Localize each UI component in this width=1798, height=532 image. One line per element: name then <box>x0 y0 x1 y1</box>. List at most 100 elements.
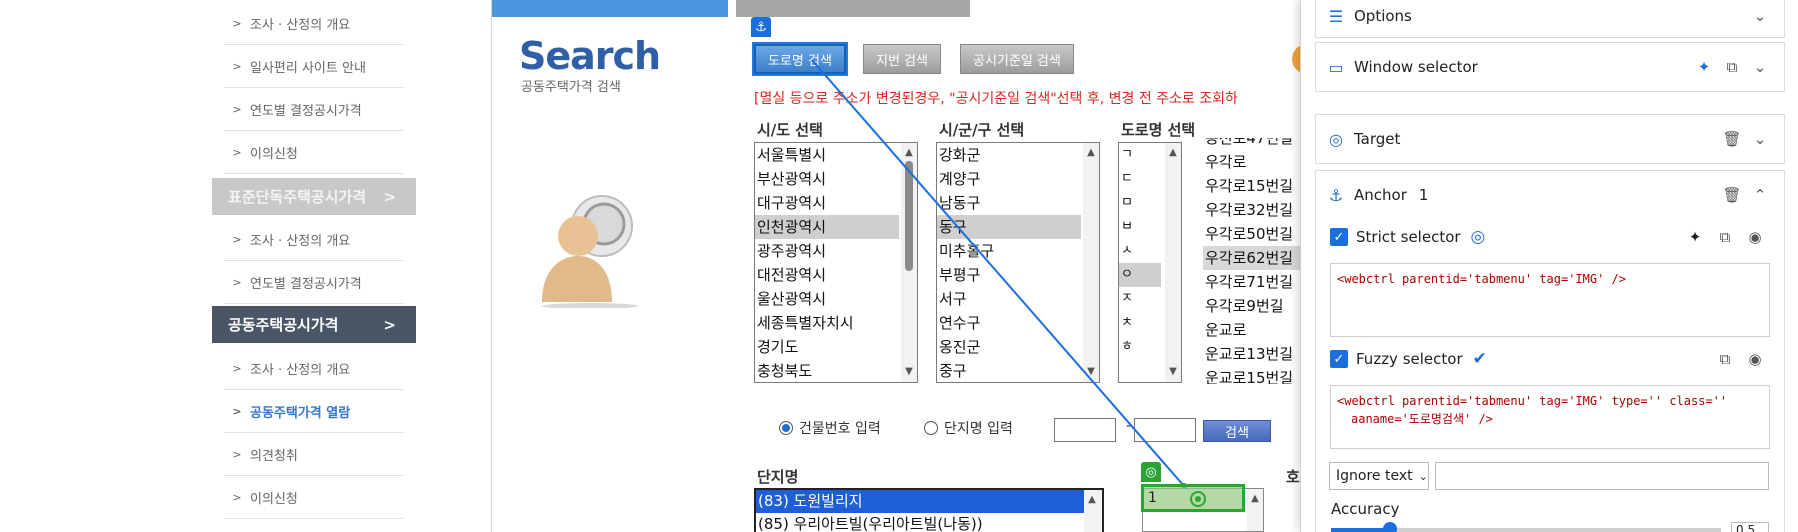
copy-icon[interactable]: ⧉ <box>1710 350 1740 368</box>
sidebar-item-objection-2[interactable]: > 이의신청 <box>224 476 404 519</box>
scroll-up-icon[interactable]: ▲ <box>1083 145 1099 161</box>
sidebar-item-site-guide[interactable]: > 일사편리 사이트 안내 <box>224 45 404 88</box>
target-highlight[interactable]: 1 <box>1141 484 1245 512</box>
list-item[interactable]: 옹진군 <box>937 335 1099 359</box>
scroll-down-icon[interactable]: ▼ <box>901 364 917 380</box>
scroll-up-icon[interactable]: ▲ <box>901 145 917 161</box>
scroll-thumb[interactable] <box>905 161 913 271</box>
list-item[interactable]: 미추홀구 <box>937 239 1099 263</box>
sidebar-item-apartment-view[interactable]: > 공동주택가격 열람 <box>224 390 404 433</box>
sidebar-item-objection[interactable]: > 이의신청 <box>224 131 404 174</box>
radio-icon[interactable] <box>924 421 938 435</box>
list-item-selected[interactable]: ㅇ <box>1119 263 1161 287</box>
chevron-down-icon[interactable]: ⌄ <box>1746 130 1774 148</box>
radio-building-number[interactable]: 건물번호 입력 <box>779 418 881 438</box>
scrollbar[interactable]: ▲ ▼ <box>1165 143 1181 382</box>
search-button[interactable]: 검색 <box>1203 420 1271 442</box>
scroll-up-icon[interactable]: ▲ <box>1247 491 1263 507</box>
sidebar-item-opinion[interactable]: > 의견청취 <box>224 433 404 476</box>
ignore-text-input[interactable] <box>1435 462 1769 490</box>
radio-complex-name[interactable]: 단지명 입력 <box>924 418 1013 438</box>
copy-icon[interactable]: ⧉ <box>1718 58 1746 76</box>
chevron-down-icon[interactable]: ⌄ <box>1746 58 1774 76</box>
fuzzy-selector-code[interactable]: <webctrl parentid='tabmenu' tag='IMG' ty… <box>1330 385 1770 449</box>
chevron-down-icon[interactable]: ⌄ <box>1746 7 1774 25</box>
sidebar-item-survey-overview-3[interactable]: > 조사 · 산정의 개요 <box>224 347 404 390</box>
list-item[interactable]: 우각로 <box>1203 150 1300 174</box>
options-card[interactable]: ☰ Options ⌄ <box>1315 0 1785 38</box>
list-item[interactable]: 경기도 <box>755 335 917 359</box>
list-item[interactable]: 강화군 <box>937 143 1099 167</box>
road-name-listbox[interactable]: 봉천로47번길 우각로 우각로15번길 우각로32번길 우각로50번길 우각로6… <box>1203 138 1300 384</box>
trash-icon[interactable]: 🗑 <box>1718 130 1746 148</box>
list-item[interactable]: 대구광역시 <box>755 191 917 215</box>
complex-listbox[interactable]: (83) 도원빌리지 (85) 우리아트빌(우리아트빌(나동)) ▲ <box>754 488 1104 532</box>
list-item-selected[interactable]: (83) 도원빌리지 <box>756 490 1084 513</box>
list-item[interactable]: 서울특별시 <box>755 143 917 167</box>
list-item[interactable]: 충청북도 <box>755 359 917 382</box>
ignore-text-dropdown[interactable]: Ignore text ⌄ <box>1329 462 1429 490</box>
list-item[interactable]: 우각로50번길 <box>1203 222 1300 246</box>
sido-listbox[interactable]: 서울특별시 부산광역시 대구광역시 인천광역시 광주광역시 대전광역시 울산광역… <box>754 142 918 383</box>
scrollbar[interactable]: ▲ <box>1084 490 1102 532</box>
list-item[interactable]: 우각로32번길 <box>1203 198 1300 222</box>
list-item-selected[interactable]: 우각로62번길 <box>1203 246 1300 270</box>
target-card[interactable]: ◎ Target 🗑 ⌄ <box>1315 114 1785 164</box>
sidebar-item-yearly-price-2[interactable]: > 연도별 결정공시가격 <box>224 261 404 304</box>
scroll-up-icon[interactable]: ▲ <box>1165 145 1181 161</box>
copy-icon[interactable]: ⧉ <box>1710 228 1740 246</box>
list-item[interactable]: 세종특별자치시 <box>755 311 917 335</box>
list-item-selected[interactable]: 인천광역시 <box>755 215 899 239</box>
list-item[interactable]: 우각로9번길 <box>1203 294 1300 318</box>
list-item[interactable]: 연수구 <box>937 311 1099 335</box>
list-item[interactable]: 중구 <box>937 359 1099 382</box>
list-item-selected[interactable]: 동구 <box>937 215 1081 239</box>
fuzzy-selector-checkbox[interactable]: ✓ <box>1330 350 1348 368</box>
scroll-up-icon[interactable]: ▲ <box>1084 492 1100 508</box>
list-item[interactable]: 광주광역시 <box>755 239 917 263</box>
sigungu-listbox[interactable]: 강화군 계양구 남동구 동구 미추홀구 부평구 서구 연수구 옹진군 중구 ▲ … <box>936 142 1100 383</box>
sidebar-item-survey-overview-2[interactable]: > 조사 · 산정의 개요 <box>224 218 404 261</box>
scroll-down-icon[interactable]: ▼ <box>1083 364 1099 380</box>
accuracy-value[interactable]: 0.5 <box>1731 522 1769 532</box>
list-item[interactable]: 운교로13번길 <box>1203 342 1300 366</box>
building-sub-number-input[interactable] <box>1134 418 1196 442</box>
list-item[interactable]: 서구 <box>937 287 1099 311</box>
list-item[interactable]: 봉천로47번길 <box>1203 138 1300 150</box>
list-item[interactable]: 부평구 <box>937 263 1099 287</box>
list-item[interactable]: 우각로15번길 <box>1203 174 1300 198</box>
sidebar-item-yearly-price[interactable]: > 연도별 결정공시가격 <box>224 88 404 131</box>
list-item[interactable]: 남동구 <box>937 191 1099 215</box>
strict-selector-checkbox[interactable]: ✓ <box>1330 228 1348 246</box>
list-item[interactable]: 우각로71번길 <box>1203 270 1300 294</box>
sidebar-section-apartment[interactable]: 공동주택공시가격 > <box>212 306 416 343</box>
trash-icon[interactable]: 🗑 <box>1718 186 1746 204</box>
scroll-down-icon[interactable]: ▼ <box>1165 364 1181 380</box>
sidebar-section-standard-house[interactable]: 표준단독주택공시가격 > <box>212 178 416 215</box>
scrollbar[interactable]: ▲ ▼ <box>1083 143 1099 382</box>
selector-target-icon[interactable]: ✦ <box>1690 58 1718 76</box>
selector-target-icon[interactable]: ✦ <box>1680 228 1710 246</box>
tab-lot-number-search[interactable]: 지번 검색 <box>863 44 941 74</box>
list-item[interactable]: 울산광역시 <box>755 287 917 311</box>
window-selector-card[interactable]: ▭ Window selector ✦ ⧉ ⌄ <box>1315 42 1785 92</box>
strict-selector-code[interactable]: <webctrl parentid='tabmenu' tag='IMG' /> <box>1330 263 1770 337</box>
list-item[interactable]: 부산광역시 <box>755 167 917 191</box>
radio-icon[interactable] <box>779 421 793 435</box>
tab-announce-date-search[interactable]: 공시기준일 검색 <box>960 44 1074 74</box>
building-main-number-input[interactable] <box>1054 418 1116 442</box>
chevron-up-icon[interactable]: ⌃ <box>1746 186 1774 204</box>
tab-road-name-search[interactable]: 도로명 검색 <box>752 42 848 76</box>
eye-icon[interactable]: ◉ <box>1740 350 1770 368</box>
list-item[interactable]: 계양구 <box>937 167 1099 191</box>
doro-initial-listbox[interactable]: ㄱ ㄷ ㅁ ㅂ ㅅ ㅇ ㅈ ㅊ ㅎ ▲ ▼ <box>1118 142 1182 383</box>
sidebar-item-survey-overview[interactable]: > 조사 · 산정의 개요 <box>224 2 404 45</box>
eye-icon[interactable]: ◉ <box>1740 228 1770 246</box>
list-item[interactable]: 대전광역시 <box>755 263 917 287</box>
list-item[interactable]: 운교로15번길 <box>1203 366 1300 384</box>
accuracy-slider-handle[interactable] <box>1382 522 1397 532</box>
scrollbar[interactable]: ▲ ▼ <box>901 143 917 382</box>
scrollbar[interactable]: ▲ <box>1247 489 1263 531</box>
list-item[interactable]: 운교로 <box>1203 318 1300 342</box>
list-item[interactable]: (85) 우리아트빌(우리아트빌(나동)) <box>756 513 1102 532</box>
